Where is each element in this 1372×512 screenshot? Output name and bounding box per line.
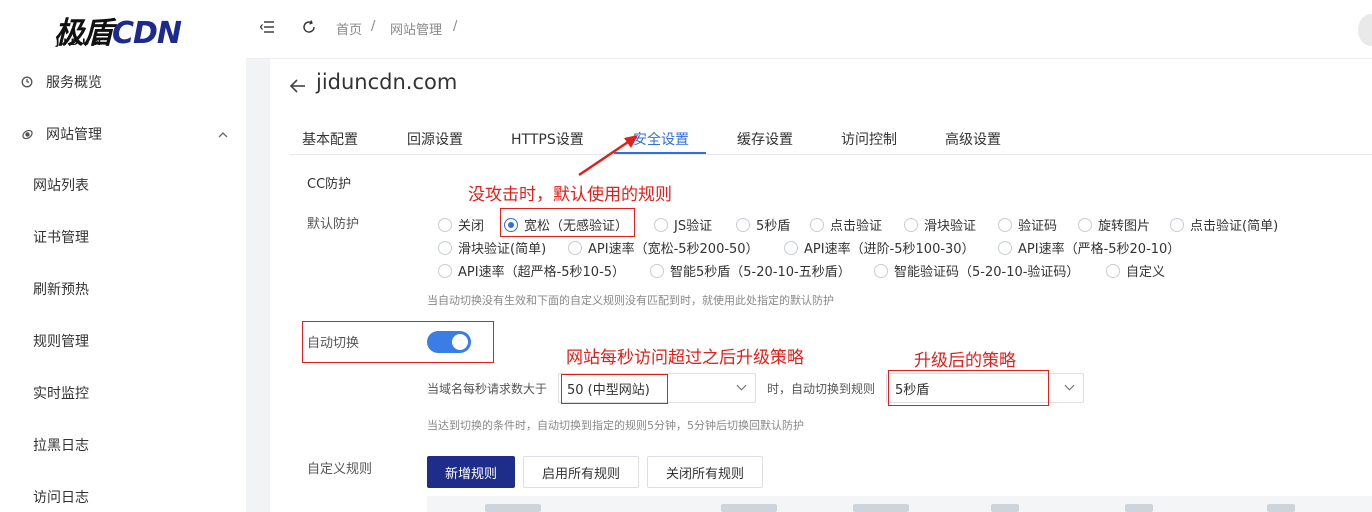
annotation-arrow — [578, 135, 638, 177]
app-root: 极盾CDN JIDUN 服务概览 网站管理 网站列表 证书管理 刷新预热 规则管… — [0, 0, 1372, 512]
